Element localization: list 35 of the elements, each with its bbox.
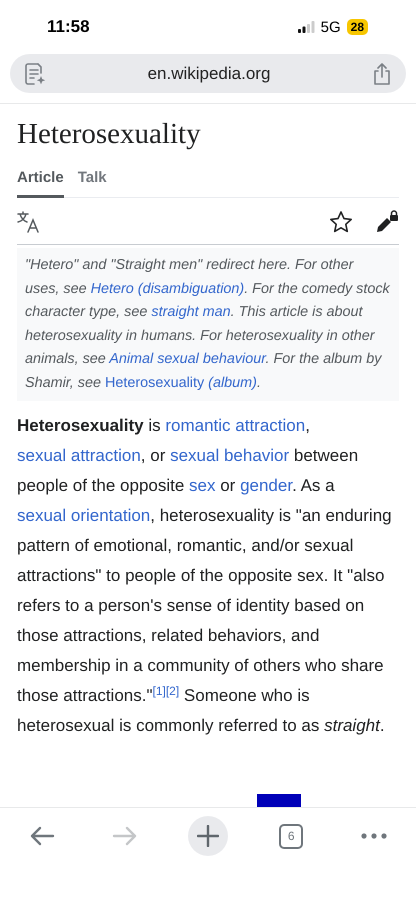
article-link[interactable]: sex [189,476,216,495]
article-link[interactable]: gender [240,476,292,495]
hatnote-link[interactable]: Hetero (disambiguation) [90,280,244,296]
status-time: 11:58 [47,17,90,37]
article-link[interactable]: romantic attraction [165,416,306,435]
battery-indicator: 28 [346,19,368,35]
network-label: 5G [320,18,341,36]
reference-link[interactable]: [2] [166,684,180,698]
article-link[interactable]: sexual orientation [17,506,150,525]
hatnote-text: "Hetero" and "Straight men" redirect here. For other uses, see Hetero (disambiguation). For the comedy stock character type, see straight man. This article is about heterosexuality in humans. For heterosexuality in other animals, see Animal sexual behaviour. For the album by Shamir, see Heterosexuality (album). [17,248,399,401]
signal-icon [298,21,315,33]
language-icon[interactable] [17,211,41,233]
page-tab[interactable]: Article [17,169,64,198]
plus-icon [196,825,219,847]
address-bar[interactable]: en.wikipedia.org [10,54,406,93]
locked-edit-icon[interactable] [375,210,399,234]
hatnote-link[interactable]: Animal sexual behaviour [109,351,266,367]
new-tab-button[interactable] [188,816,228,856]
lead-paragraph: Heterosexuality is romantic attraction, sexual attraction, or sexual behavior between people of the opposite sex or gender. As a sexual orientation, heterosexuality is "an enduring pattern of emotional, romantic, and/or sexual attractions" to people of the opposite sex. It "also refers to a person's sense of identity based on those attractions, related behaviors, and membership in a community of others who share those attractions."$^{[1]}$$^{[2]}$ Someone who is heterosexual is commonly referred to as straight. [17,415,393,737]
tabs-button[interactable]: 6 [271,816,312,856]
hatnote-link[interactable]: straight man [151,304,231,320]
forward-arrow-icon [112,826,138,846]
back-arrow-icon [28,826,55,846]
article-link[interactable]: sexual behavior [170,446,290,465]
more-icon [361,833,388,839]
article-link[interactable]: sexual attraction [17,446,141,465]
page-summary-icon[interactable] [24,62,46,86]
page-tab[interactable]: Talk [78,169,107,198]
article-title: Heterosexuality [17,118,202,151]
url-text[interactable]: en.wikipedia.org [148,64,270,84]
highlight-bar [257,794,301,807]
share-icon[interactable] [372,62,392,86]
star-icon[interactable] [329,210,353,234]
hatnote-link[interactable]: Heterosexuality (album) [104,374,257,390]
reference-link[interactable]: [1] [152,684,166,698]
